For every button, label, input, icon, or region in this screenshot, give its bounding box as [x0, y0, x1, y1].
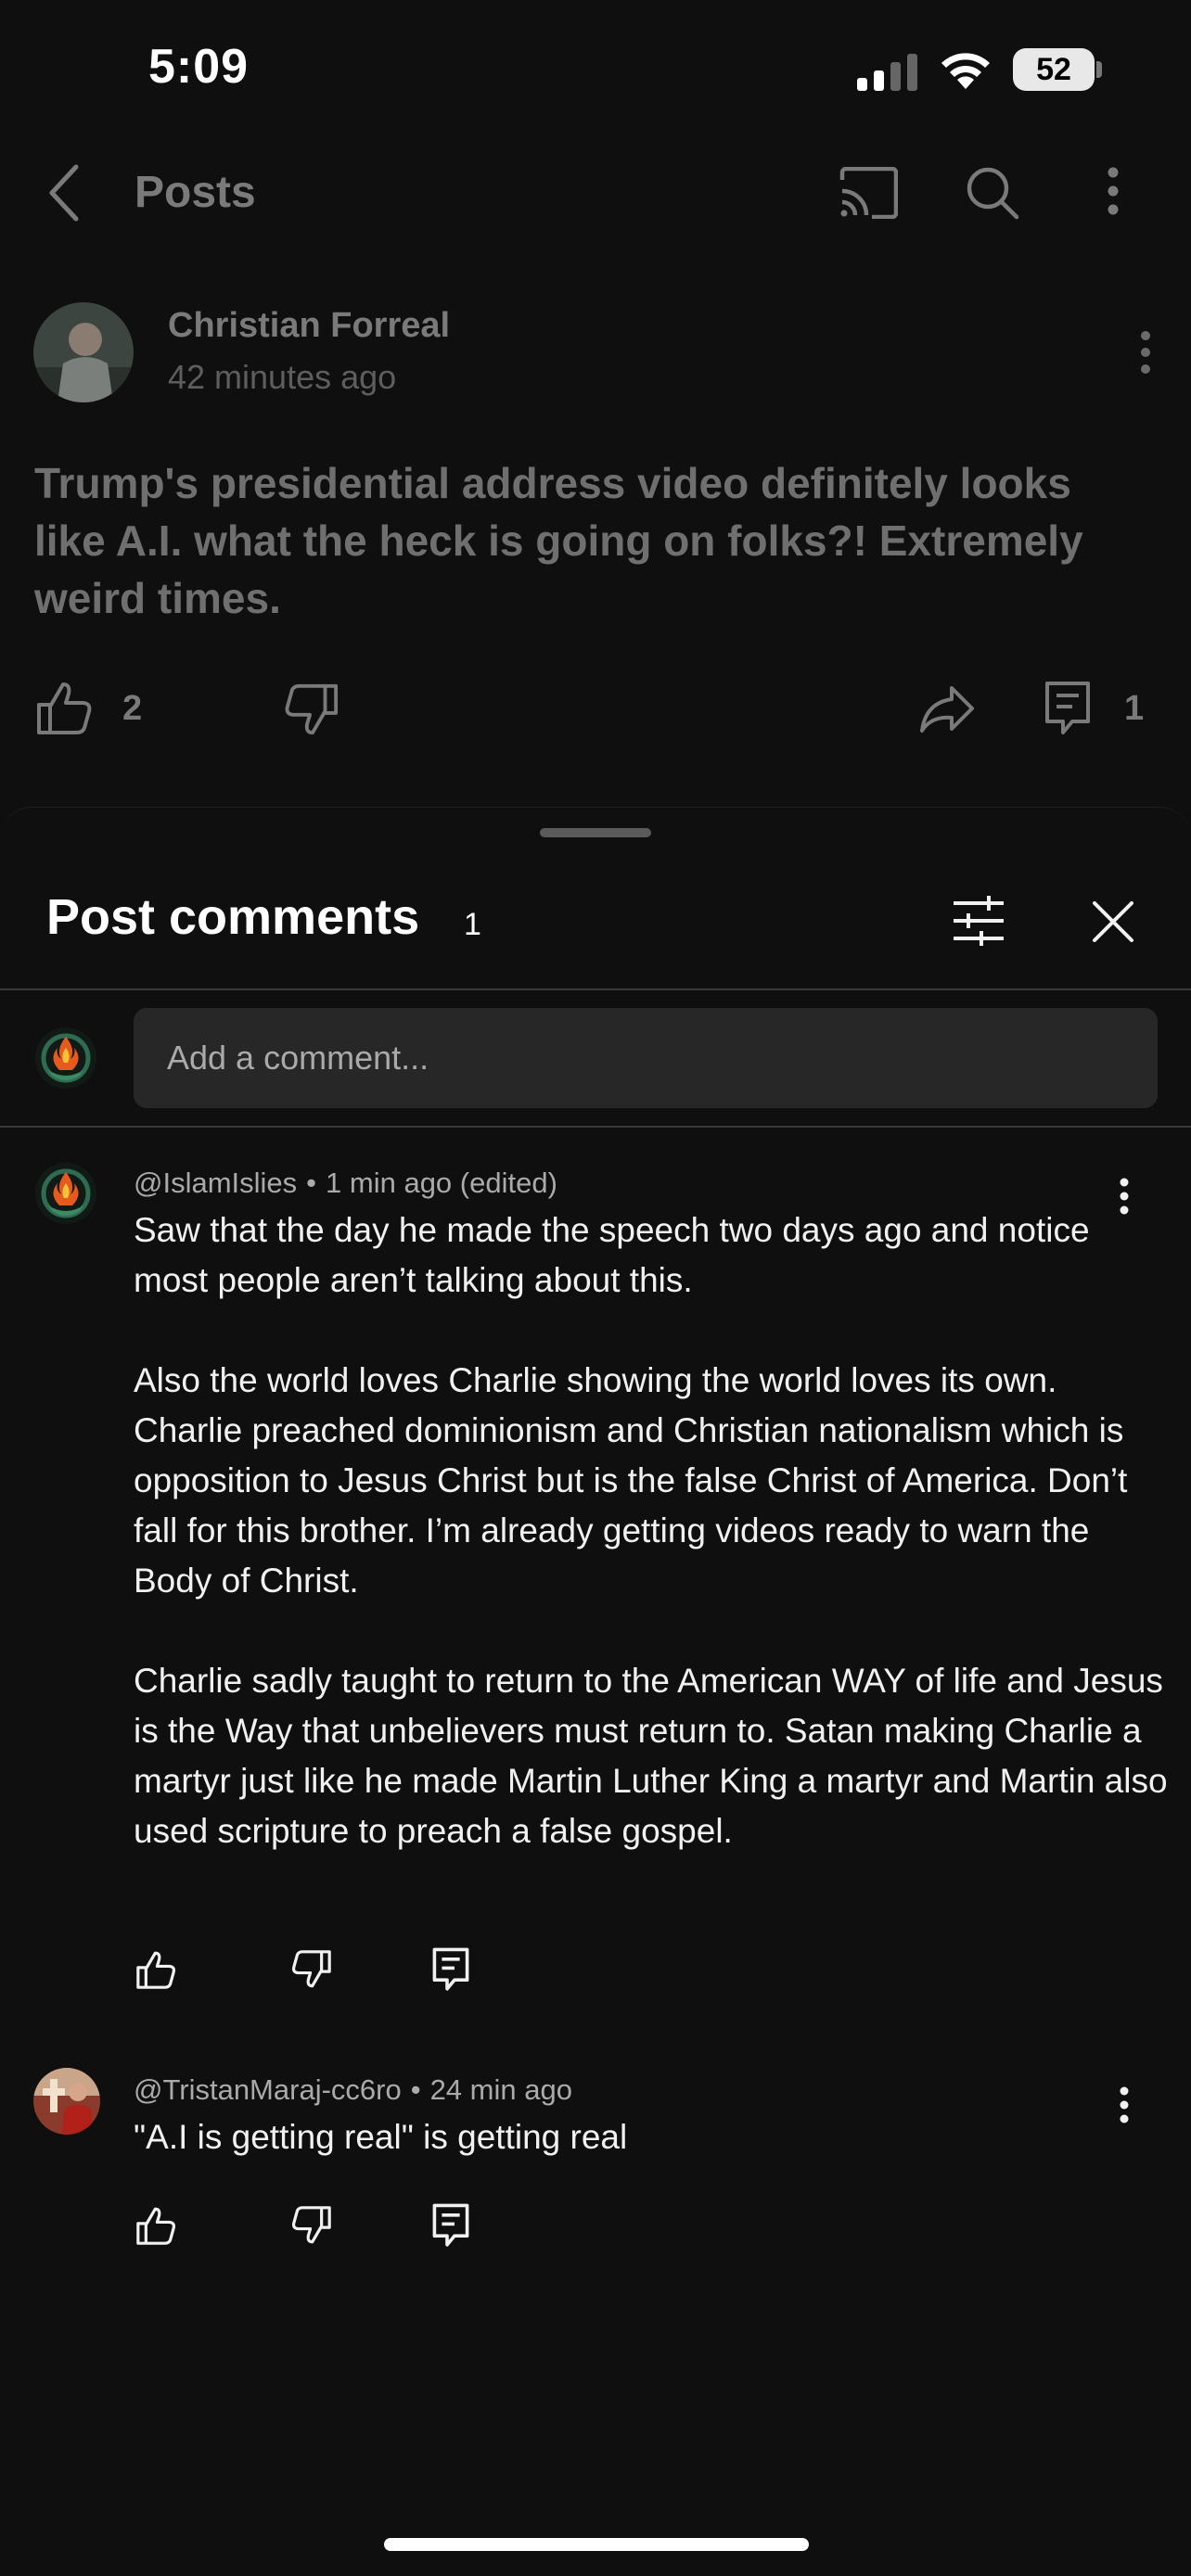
comment-avatar[interactable] [35, 1163, 96, 1224]
input-divider [0, 1126, 1191, 1128]
back-arrow-icon[interactable] [46, 163, 83, 223]
post-comment-count: 1 [1124, 689, 1145, 728]
comment-text: "A.I is getting real" is getting real [134, 2118, 628, 2156]
meta-separator: • [410, 2073, 421, 2106]
current-user-avatar [35, 1027, 96, 1089]
comment-reply-icon[interactable] [432, 2203, 469, 2248]
cast-icon[interactable] [839, 167, 898, 219]
comment-meta: @TristanMaraj-cc6ro • 24 min ago [134, 2073, 572, 2107]
meta-separator: • [306, 1167, 317, 1199]
post-share-icon[interactable] [918, 684, 976, 734]
post-like-count: 2 [122, 689, 143, 728]
post-author-avatar[interactable] [33, 302, 134, 402]
sheet-drag-handle[interactable] [540, 828, 651, 837]
search-icon[interactable] [965, 165, 1020, 221]
home-indicator[interactable] [384, 2538, 809, 2551]
comment-reply-icon[interactable] [432, 1947, 469, 1992]
post-more-icon[interactable] [1139, 330, 1152, 375]
post-like-icon[interactable] [35, 679, 93, 736]
signal-icon [857, 54, 920, 91]
comment-time: 1 min ago (edited) [326, 1167, 557, 1199]
comments-count: 1 [464, 907, 481, 942]
sheet-header-divider [0, 988, 1191, 990]
page-title: Posts [134, 168, 256, 217]
comment-text: Saw that the day he made the speech two … [134, 1211, 1168, 1850]
comment-handle[interactable]: @TristanMaraj-cc6ro [134, 2073, 402, 2106]
status-time: 5:09 [148, 40, 250, 94]
comment-like-icon[interactable] [135, 2205, 176, 2246]
post-text: Trump's presidential address video defin… [34, 459, 1083, 622]
more-vert-icon[interactable] [1106, 167, 1121, 215]
battery-indicator: 52 [1013, 48, 1095, 91]
comment-time: 24 min ago [429, 2073, 572, 2106]
comments-sheet-title: Post comments [46, 889, 420, 945]
post-comment-icon[interactable] [1044, 681, 1091, 736]
add-comment-input[interactable] [134, 1008, 1158, 1108]
comment-like-icon[interactable] [135, 1949, 176, 1990]
screen: 5:09 52 Posts Christian Forreal 42 minut… [0, 0, 1191, 2576]
comment-avatar[interactable] [33, 2068, 100, 2135]
comment-meta: @IslamIslies • 1 min ago (edited) [134, 1167, 557, 1200]
filter-icon[interactable] [952, 894, 1005, 948]
post-timestamp: 42 minutes ago [168, 358, 397, 396]
comment-handle[interactable]: @IslamIslies [134, 1167, 297, 1199]
close-icon[interactable] [1091, 899, 1135, 944]
battery-nub [1096, 61, 1102, 78]
post-dislike-icon[interactable] [284, 682, 339, 738]
comment-dislike-icon[interactable] [291, 2205, 332, 2246]
wifi-icon [937, 48, 994, 91]
comment-dislike-icon[interactable] [291, 1949, 332, 1990]
post-author-name[interactable]: Christian Forreal [168, 306, 450, 346]
